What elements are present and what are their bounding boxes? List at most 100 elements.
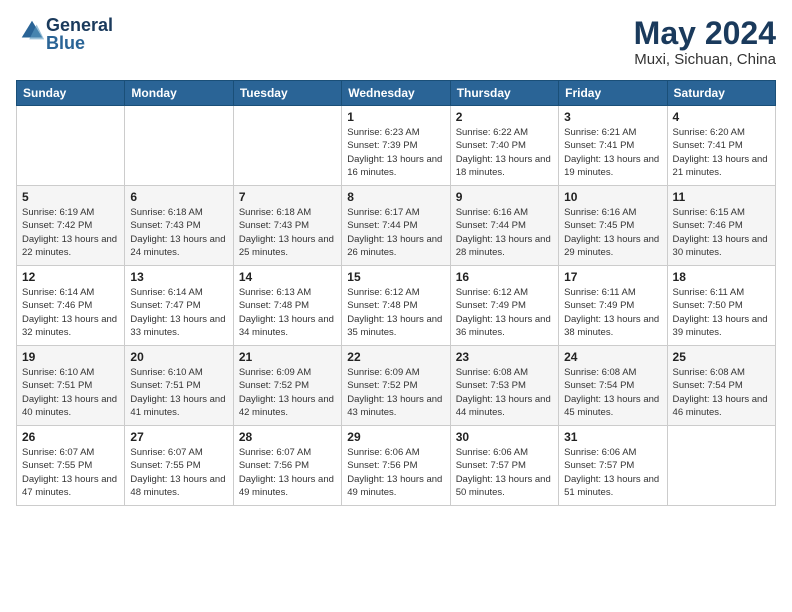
calendar-cell: 3Sunrise: 6:21 AMSunset: 7:41 PMDaylight… (559, 106, 667, 186)
month-title: May 2024 (634, 16, 776, 51)
calendar-cell: 27 Sunrise: 6:07 AMSunset: 7:55 PMDayligh… (125, 426, 233, 506)
day-number: 26 (22, 430, 119, 444)
day-number: 14 (239, 270, 336, 284)
day-number: 25 (673, 350, 770, 364)
day-number: 24 (564, 350, 661, 364)
cell-content: Sunrise: 6:19 AMSunset: 7:42 PMDaylight:… (22, 206, 119, 259)
calendar-cell: 6 Sunrise: 6:18 AMSunset: 7:43 PMDaylight… (125, 186, 233, 266)
title-block: May 2024 Muxi, Sichuan, China (634, 16, 776, 68)
cell-content: Sunrise: 6:07 AMSunset: 7:55 PMDaylight:… (130, 446, 227, 499)
calendar-cell: 21Sunrise: 6:09 AMSunset: 7:52 PMDayligh… (233, 346, 341, 426)
day-number: 10 (564, 190, 661, 204)
cell-content: Sunrise: 6:21 AMSunset: 7:41 PMDaylight:… (564, 126, 661, 179)
calendar-cell: 20 Sunrise: 6:10 AMSunset: 7:51 PMDayligh… (125, 346, 233, 426)
day-number: 15 (347, 270, 444, 284)
day-number: 2 (456, 110, 553, 124)
cell-content: Sunrise: 6:08 AMSunset: 7:54 PMDaylight:… (673, 366, 770, 419)
location: Muxi, Sichuan, China (634, 51, 776, 68)
calendar-cell: 18Sunrise: 6:11 AMSunset: 7:50 PMDayligh… (667, 266, 775, 346)
page-header: General Blue May 2024 Muxi, Sichuan, Chi… (16, 16, 776, 68)
cell-content: Sunrise: 6:11 AMSunset: 7:49 PMDaylight:… (564, 286, 661, 339)
calendar-week-row: 26 Sunrise: 6:07 AMSunset: 7:55 PMDayligh… (17, 426, 776, 506)
cell-content: Sunrise: 6:12 AMSunset: 7:48 PMDaylight:… (347, 286, 444, 339)
calendar-cell: 2 Sunrise: 6:22 AMSunset: 7:40 PMDaylight… (450, 106, 558, 186)
day-number: 5 (22, 190, 119, 204)
cell-content: Sunrise: 6:10 AMSunset: 7:51 PMDaylight:… (130, 366, 227, 419)
day-number: 13 (130, 270, 227, 284)
calendar-cell: 16Sunrise: 6:12 AMSunset: 7:49 PMDayligh… (450, 266, 558, 346)
calendar-cell: 7Sunrise: 6:18 AMSunset: 7:43 PMDaylight… (233, 186, 341, 266)
weekday-header: Monday (125, 81, 233, 106)
calendar-cell (667, 426, 775, 506)
weekday-header: Sunday (17, 81, 125, 106)
logo-general: General (46, 16, 113, 34)
weekday-header: Thursday (450, 81, 558, 106)
logo-blue: Blue (46, 34, 113, 52)
cell-content: Sunrise: 6:14 AMSunset: 7:47 PMDaylight:… (130, 286, 227, 339)
cell-content: Sunrise: 6:22 AMSunset: 7:40 PMDaylight:… (456, 126, 553, 179)
cell-content: Sunrise: 6:18 AMSunset: 7:43 PMDaylight:… (130, 206, 227, 259)
logo-icon (18, 17, 46, 45)
weekday-header: Friday (559, 81, 667, 106)
day-number: 8 (347, 190, 444, 204)
day-number: 17 (564, 270, 661, 284)
calendar-cell: 4 Sunrise: 6:20 AMSunset: 7:41 PMDaylight… (667, 106, 775, 186)
cell-content: Sunrise: 6:06 AMSunset: 7:57 PMDaylight:… (456, 446, 553, 499)
calendar-cell: 17 Sunrise: 6:11 AMSunset: 7:49 PMDayligh… (559, 266, 667, 346)
cell-content: Sunrise: 6:06 AMSunset: 7:57 PMDaylight:… (564, 446, 661, 499)
day-number: 23 (456, 350, 553, 364)
cell-content: Sunrise: 6:23 AMSunset: 7:39 PMDaylight:… (347, 126, 444, 179)
calendar-cell (125, 106, 233, 186)
day-number: 7 (239, 190, 336, 204)
day-number: 18 (673, 270, 770, 284)
calendar-table: SundayMondayTuesdayWednesdayThursdayFrid… (16, 80, 776, 506)
day-number: 9 (456, 190, 553, 204)
cell-content: Sunrise: 6:06 AMSunset: 7:56 PMDaylight:… (347, 446, 444, 499)
day-number: 30 (456, 430, 553, 444)
calendar-cell (17, 106, 125, 186)
calendar-cell: 5 Sunrise: 6:19 AMSunset: 7:42 PMDaylight… (17, 186, 125, 266)
cell-content: Sunrise: 6:09 AMSunset: 7:52 PMDaylight:… (239, 366, 336, 419)
cell-content: Sunrise: 6:07 AMSunset: 7:56 PMDaylight:… (239, 446, 336, 499)
calendar-week-row: 12 Sunrise: 6:14 AMSunset: 7:46 PMDayligh… (17, 266, 776, 346)
day-number: 12 (22, 270, 119, 284)
cell-content: Sunrise: 6:07 AMSunset: 7:55 PMDaylight:… (22, 446, 119, 499)
cell-content: Sunrise: 6:14 AMSunset: 7:46 PMDaylight:… (22, 286, 119, 339)
day-number: 27 (130, 430, 227, 444)
cell-content: Sunrise: 6:20 AMSunset: 7:41 PMDaylight:… (673, 126, 770, 179)
day-number: 29 (347, 430, 444, 444)
day-number: 6 (130, 190, 227, 204)
cell-content: Sunrise: 6:17 AMSunset: 7:44 PMDaylight:… (347, 206, 444, 259)
calendar-week-row: 19 Sunrise: 6:10 AMSunset: 7:51 PMDayligh… (17, 346, 776, 426)
cell-content: Sunrise: 6:09 AMSunset: 7:52 PMDaylight:… (347, 366, 444, 419)
calendar-cell: 10 Sunrise: 6:16 AMSunset: 7:45 PMDayligh… (559, 186, 667, 266)
calendar-cell: 29 Sunrise: 6:06 AMSunset: 7:56 PMDayligh… (342, 426, 450, 506)
calendar-cell: 1 Sunrise: 6:23 AMSunset: 7:39 PMDaylight… (342, 106, 450, 186)
calendar-cell: 9Sunrise: 6:16 AMSunset: 7:44 PMDaylight… (450, 186, 558, 266)
calendar-week-row: 5 Sunrise: 6:19 AMSunset: 7:42 PMDaylight… (17, 186, 776, 266)
calendar-cell: 19 Sunrise: 6:10 AMSunset: 7:51 PMDayligh… (17, 346, 125, 426)
cell-content: Sunrise: 6:12 AMSunset: 7:49 PMDaylight:… (456, 286, 553, 339)
calendar-cell: 31 Sunrise: 6:06 AMSunset: 7:57 PMDayligh… (559, 426, 667, 506)
weekday-header: Saturday (667, 81, 775, 106)
calendar-cell: 8 Sunrise: 6:17 AMSunset: 7:44 PMDaylight… (342, 186, 450, 266)
cell-content: Sunrise: 6:15 AMSunset: 7:46 PMDaylight:… (673, 206, 770, 259)
day-number: 1 (347, 110, 444, 124)
weekday-header: Wednesday (342, 81, 450, 106)
day-number: 19 (22, 350, 119, 364)
calendar-cell: 22Sunrise: 6:09 AMSunset: 7:52 PMDayligh… (342, 346, 450, 426)
calendar-cell: 24 Sunrise: 6:08 AMSunset: 7:54 PMDayligh… (559, 346, 667, 426)
day-number: 28 (239, 430, 336, 444)
cell-content: Sunrise: 6:08 AMSunset: 7:54 PMDaylight:… (564, 366, 661, 419)
day-number: 20 (130, 350, 227, 364)
day-number: 31 (564, 430, 661, 444)
cell-content: Sunrise: 6:16 AMSunset: 7:45 PMDaylight:… (564, 206, 661, 259)
calendar-cell: 11 Sunrise: 6:15 AMSunset: 7:46 PMDayligh… (667, 186, 775, 266)
day-number: 4 (673, 110, 770, 124)
calendar-cell: 23Sunrise: 6:08 AMSunset: 7:53 PMDayligh… (450, 346, 558, 426)
calendar-cell: 14Sunrise: 6:13 AMSunset: 7:48 PMDayligh… (233, 266, 341, 346)
day-number: 11 (673, 190, 770, 204)
calendar-cell: 30 Sunrise: 6:06 AMSunset: 7:57 PMDayligh… (450, 426, 558, 506)
calendar-header-row: SundayMondayTuesdayWednesdayThursdayFrid… (17, 81, 776, 106)
cell-content: Sunrise: 6:10 AMSunset: 7:51 PMDaylight:… (22, 366, 119, 419)
